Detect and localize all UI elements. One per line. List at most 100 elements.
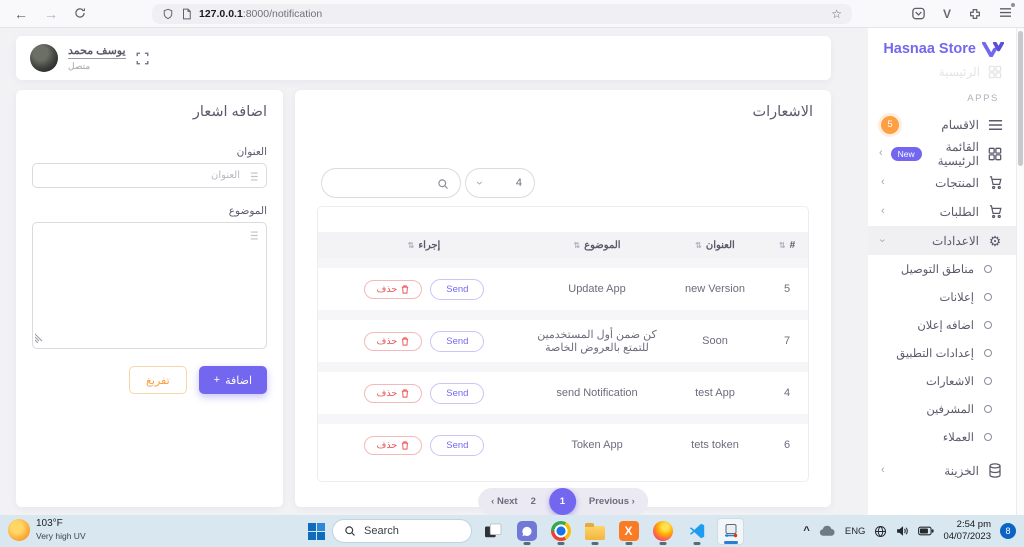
sidebar-item-supervisors[interactable]: المشرفين (868, 395, 1016, 423)
column-header-title[interactable]: العنوان ⇅ (664, 240, 766, 251)
subject-textarea[interactable] (32, 222, 267, 349)
pagination-next[interactable]: ‹ Next (491, 496, 517, 507)
file-explorer-icon[interactable] (581, 518, 608, 545)
sidebar-item-products[interactable]: المنتجات › (868, 168, 1016, 197)
reload-icon (75, 7, 85, 18)
send-button[interactable]: Send (430, 278, 485, 300)
screen: ← → 127.0.0.1:8000/notification ☆ V Hasn… (0, 0, 1024, 547)
delete-button[interactable]: حذف (363, 279, 423, 299)
sidebar-item-delivery-areas[interactable]: مناطق التوصيل (868, 255, 1016, 283)
column-header-id[interactable]: # ⇅ (766, 240, 808, 251)
user-status: متصل (68, 61, 91, 71)
user-name-link[interactable]: يوسف محمد (68, 44, 126, 59)
sort-icon: ⇅ (407, 240, 415, 250)
title-input[interactable] (32, 163, 267, 188)
sidebar-item-add-ad[interactable]: اضافه إعلان (868, 311, 1016, 339)
brand-name: Hasnaa Store (883, 41, 976, 57)
list-icon (247, 228, 259, 246)
pocket-icon[interactable] (911, 6, 926, 21)
sidebar-item-app-settings[interactable]: إعدادات التطبيق (868, 339, 1016, 367)
sidebar-item-ads[interactable]: إعلانات (868, 283, 1016, 311)
scrollbar-thumb[interactable] (1018, 31, 1023, 166)
snipping-tool-icon[interactable] (717, 517, 744, 545)
sidebar-item-label: الاعدادات (932, 233, 979, 248)
send-button[interactable]: Send (430, 330, 485, 352)
start-button[interactable] (308, 522, 325, 540)
sidebar-item-label: العملاء (942, 432, 974, 444)
search-icon (345, 526, 355, 536)
delete-button[interactable]: حذف (363, 435, 423, 455)
chevron-up-icon: › (876, 238, 889, 243)
chat-app-icon[interactable] (513, 518, 540, 545)
browser-reload-button[interactable] (74, 6, 86, 22)
fullscreen-icon[interactable] (136, 52, 149, 65)
cell-subject: كن ضمن أول المستخدمين للتمتع بالعروض الخ… (537, 329, 657, 354)
browser-forward-button[interactable]: → (44, 6, 58, 22)
delete-button[interactable]: حذف (363, 331, 423, 351)
sidebar-item-categories[interactable]: الاقسام 5 (868, 110, 1016, 139)
browser-menu-icon[interactable] (999, 2, 1015, 23)
cell-id: 6 (783, 439, 791, 451)
list-icon (247, 169, 259, 187)
sidebar-item-customers[interactable]: العملاء (868, 423, 1016, 451)
battery-icon[interactable] (918, 526, 935, 536)
bullet-icon (984, 377, 992, 385)
address-bar[interactable]: 127.0.0.1:8000/notification ☆ (152, 3, 852, 24)
sidebar-item-treasury[interactable]: الخزينة › (868, 456, 1016, 485)
column-header-subject[interactable]: الموضوع ⇅ (530, 240, 664, 251)
pagination: ‹ Next 2 1 Previous › (478, 488, 648, 515)
delete-button[interactable]: حذف (363, 383, 423, 403)
vscode-icon[interactable] (683, 518, 710, 545)
add-button[interactable]: اضافة + (198, 366, 267, 394)
speaker-icon[interactable] (896, 525, 909, 537)
sidebar-item-notifications[interactable]: الاشعارات (868, 367, 1016, 395)
user-header-card: يوسف محمد متصل (16, 36, 831, 80)
notification-count-badge[interactable]: 8 (1000, 523, 1016, 539)
pagination-previous[interactable]: Previous › (589, 496, 635, 507)
column-header-action[interactable]: إجراء ⇅ (318, 240, 530, 251)
sidebar-item-main-menu[interactable]: القائمة الرئيسية New › (868, 139, 1016, 168)
clear-button[interactable]: تفريغ (129, 366, 187, 394)
sidebar-item-orders[interactable]: الطلبات › (868, 197, 1016, 226)
sidebar-item-home-faded: الرئيسية (868, 59, 1016, 79)
puzzle-icon[interactable] (968, 7, 982, 21)
trash-icon (402, 440, 409, 450)
bookmark-star-icon[interactable]: ☆ (831, 7, 842, 21)
pagination-page-1-active[interactable]: 1 (548, 488, 576, 515)
avatar[interactable] (30, 44, 58, 72)
browser-back-button[interactable]: ← (14, 6, 28, 22)
database-icon (987, 463, 1003, 479)
send-button[interactable]: Send (430, 434, 485, 456)
brand[interactable]: Hasnaa Store (868, 28, 1016, 59)
url-text: 127.0.0.1:8000/notification (199, 7, 323, 20)
cart-icon (987, 175, 1003, 191)
sort-icon: ⇅ (778, 240, 786, 250)
onedrive-cloud-icon[interactable] (819, 525, 836, 537)
table-row: 5 new Version Update App Send حذف (318, 268, 808, 310)
notifications-card: الاشعارات › 4 # ⇅ العنوان ⇅ الموضوع ⇅ إج… (295, 90, 831, 515)
language-indicator[interactable]: ENG (845, 526, 866, 537)
send-button[interactable]: Send (430, 382, 485, 404)
delete-button-label: حذف (376, 387, 398, 399)
extension-v-icon[interactable]: V (943, 7, 951, 21)
delete-button-label: حذف (376, 283, 398, 295)
sidebar-item-settings[interactable]: ⚙ الاعدادات › (868, 226, 1016, 255)
cell-title: Soon (702, 335, 728, 347)
clock[interactable]: 2:54 pm 04/07/2023 (943, 519, 991, 543)
network-globe-icon[interactable] (874, 525, 887, 538)
chrome-icon[interactable] (547, 518, 574, 545)
pagination-page-2[interactable]: 2 (531, 496, 536, 507)
per-page-select[interactable]: › 4 (465, 168, 535, 198)
page-scrollbar[interactable] (1016, 28, 1024, 515)
weather-widget[interactable]: 103°F Very high UV (8, 518, 86, 541)
firefox-icon[interactable] (649, 518, 676, 545)
xampp-icon[interactable]: X (615, 518, 642, 545)
subject-field-label: الموضوع (228, 205, 267, 217)
tray-chevron-up-icon[interactable]: ^ (803, 525, 809, 537)
task-view-button[interactable] (479, 518, 506, 545)
cell-title: new Version (685, 283, 745, 295)
taskbar-search[interactable]: Search (332, 519, 472, 543)
chevron-down-icon: › (473, 181, 487, 185)
add-notification-card: اضافه اشعار العنوان الموضوع (16, 90, 283, 507)
resize-handle-icon[interactable] (34, 330, 45, 348)
